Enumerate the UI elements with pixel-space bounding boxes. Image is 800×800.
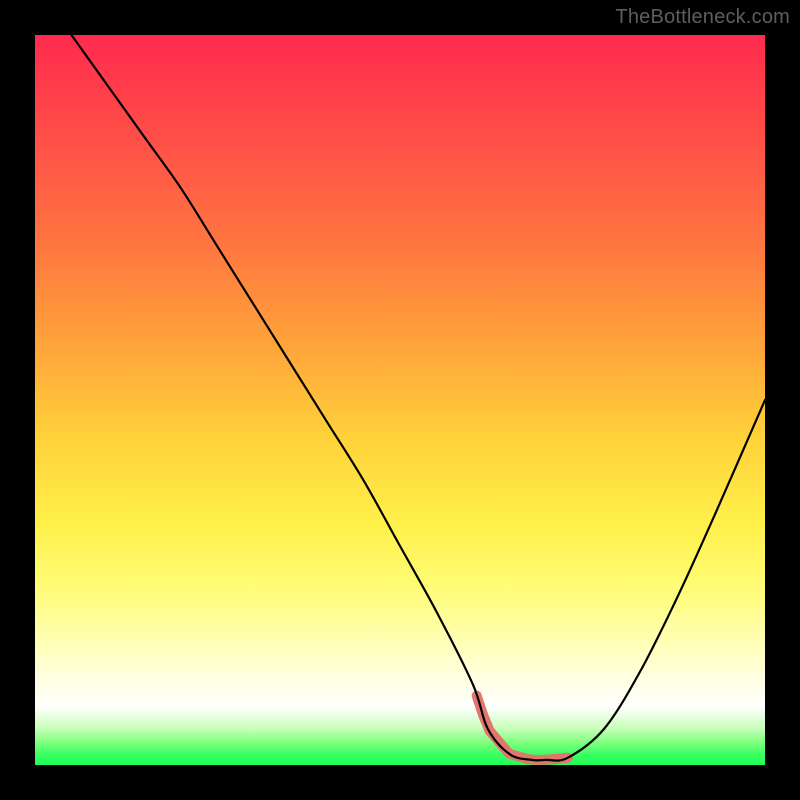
plot-area <box>35 35 765 765</box>
highlight-segment <box>477 696 568 760</box>
watermark-text: TheBottleneck.com <box>615 6 790 29</box>
chart-stage: TheBottleneck.com <box>0 0 800 800</box>
curve-svg <box>35 35 765 765</box>
bottleneck-curve <box>72 35 766 761</box>
